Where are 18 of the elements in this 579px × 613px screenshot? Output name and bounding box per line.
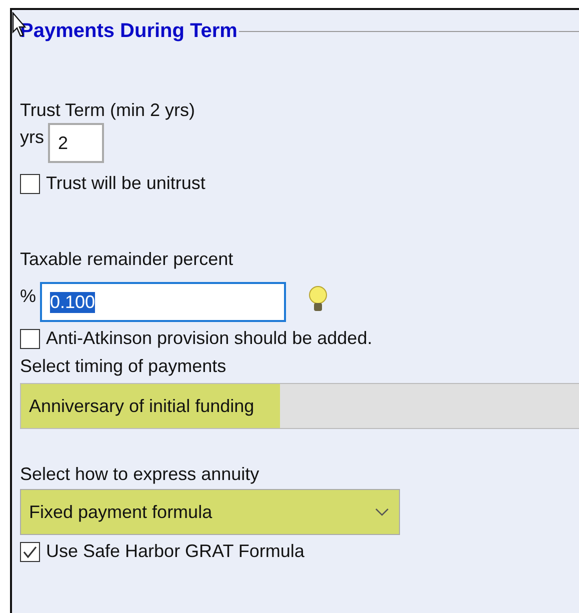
years-field[interactable]: 2 xyxy=(48,123,104,163)
field-label: Trust Term (min 2 yrs) xyxy=(20,99,196,121)
timing-field[interactable]: Anniversary of initial funding xyxy=(20,383,579,429)
unit-label: yrs xyxy=(20,127,44,148)
section-title: Payments During Term xyxy=(20,20,238,43)
field-label: Select how to express annuity xyxy=(20,463,260,485)
annuity-dropdown[interactable]: Fixed payment formula xyxy=(20,489,400,535)
checkbox[interactable] xyxy=(20,328,40,348)
percent-field[interactable]: 0.100 xyxy=(40,282,286,322)
field-label: Taxable remainder percent xyxy=(20,248,234,270)
checkbox-label: Trust will be unitrust xyxy=(46,173,206,194)
checkbox-label: Anti-Atkinson provision should be added. xyxy=(46,328,372,349)
checkbox-label: Use Safe Harbor GRAT Formula xyxy=(46,541,304,562)
chevron-down-icon xyxy=(375,508,389,516)
checkbox[interactable] xyxy=(20,174,40,194)
field-label: Select timing of payments xyxy=(20,355,228,377)
unit-label: % xyxy=(20,286,36,307)
checkbox[interactable] xyxy=(20,542,40,562)
